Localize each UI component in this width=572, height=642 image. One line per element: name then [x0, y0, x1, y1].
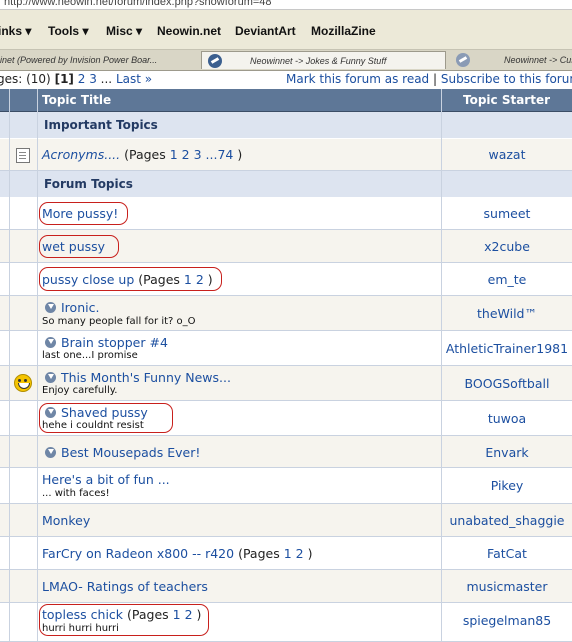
column-topic-starter[interactable]: Topic Starter — [463, 89, 550, 111]
table-row: Shaved pussy hehe i couldnt resist tuwoa — [0, 401, 572, 436]
topic-starter[interactable]: musicmaster — [442, 579, 572, 594]
table-row: Monkey unabated_shaggie — [0, 504, 572, 537]
highlight-circle — [39, 235, 119, 258]
topic-link[interactable]: Acronyms.... — [42, 147, 120, 162]
topic-link[interactable]: Here's a bit of fun ... — [42, 472, 170, 487]
topic-description: ... with faces! — [42, 488, 110, 499]
section-title: Important Topics — [44, 118, 158, 132]
table-row: More pussy! sumeet — [0, 198, 572, 230]
page-link-3[interactable]: 3 — [89, 72, 97, 86]
topic-starter[interactable]: sumeet — [442, 206, 572, 221]
address-bar[interactable]: http://www.neowin.net/forum/index.php?sh… — [0, 0, 572, 10]
subscribe-link[interactable]: Subscribe to this forum — [441, 72, 572, 86]
topic-link[interactable]: This Month's Funny News... — [61, 370, 231, 385]
tab-label: inet (Powered by Invision Power Boar... — [0, 55, 158, 65]
column-divider — [37, 89, 38, 641]
topic-link[interactable]: Best Mousepads Ever! — [61, 445, 200, 460]
topic-title: Brain stopper #4 — [45, 335, 168, 350]
announcement-icon — [16, 148, 30, 163]
bookmark-neowin[interactable]: Neowin.net — [157, 24, 221, 38]
last-page-link[interactable]: Last » — [116, 72, 152, 86]
highlight-circle — [39, 604, 209, 636]
tab-label: Neowinnet -> Cus — [504, 55, 572, 65]
topic-link[interactable]: LMAO- Ratings of teachers — [42, 579, 208, 594]
topic-starter[interactable]: wazat — [442, 147, 572, 162]
tab-bar: inet (Powered by Invision Power Boar... … — [0, 50, 572, 71]
topic-table-header: Topic Title Topic Starter — [0, 89, 572, 112]
tab-label: Neowinnet -> Jokes & Funny Stuff — [250, 56, 387, 66]
tab-neowin-home[interactable]: inet (Powered by Invision Power Boar... — [0, 51, 198, 69]
table-row: Brain stopper #4 last one...I promise At… — [0, 331, 572, 366]
topic-description: Enjoy carefully. — [42, 385, 118, 396]
table-row: Best Mousepads Ever! Envark — [0, 436, 572, 468]
topic-starter[interactable]: FatCat — [442, 546, 572, 561]
poll-arrow-icon — [45, 447, 56, 458]
topic-starter[interactable]: Envark — [442, 445, 572, 460]
topic-starter[interactable]: AthleticTrainer1981 — [442, 341, 572, 356]
pages-count: ges: (10) — [0, 72, 51, 86]
current-page: [1] — [54, 72, 74, 86]
section-title: Forum Topics — [44, 177, 133, 191]
neowin-icon — [208, 54, 222, 68]
page-links[interactable]: 1 2 3 ...74 — [170, 147, 234, 162]
topic-title: Ironic. — [45, 300, 99, 315]
pagination-bar: ges: (10) [1] 2 3 ... Last » Mark this f… — [0, 70, 572, 88]
section-forum-topics: Forum Topics — [0, 171, 572, 197]
address-text: http://www.neowin.net/forum/index.php?sh… — [4, 0, 272, 8]
topic-starter[interactable]: tuwoa — [442, 411, 572, 426]
topic-title: Best Mousepads Ever! — [45, 445, 200, 460]
bookmark-tools[interactable]: Tools ▾ — [48, 24, 88, 38]
topic-description: last one...I promise — [42, 350, 138, 361]
poll-arrow-icon — [45, 372, 56, 383]
topic-starter[interactable]: BOOGSoftball — [442, 376, 572, 391]
column-divider — [441, 89, 442, 641]
pager-divider: | — [433, 72, 438, 86]
topic-title: FarCry on Radeon x800 -- r420 (Pages 1 2… — [42, 546, 313, 561]
bookmark-deviantart[interactable]: DeviantArt — [235, 24, 296, 38]
column-divider — [9, 89, 10, 641]
poll-arrow-icon — [45, 302, 56, 313]
topic-starter[interactable]: Pikey — [442, 478, 572, 493]
topic-starter[interactable]: em_te — [442, 272, 572, 287]
page-links[interactable]: 1 2 — [284, 546, 304, 561]
table-row: LMAO- Ratings of teachers musicmaster — [0, 570, 572, 603]
highlight-circle — [39, 202, 128, 225]
bookmarks-toolbar: inks ▾ Tools ▾ Misc ▾ Neowin.net Deviant… — [0, 10, 572, 50]
bookmark-mozillazine[interactable]: MozillaZine — [311, 24, 376, 38]
topic-starter[interactable]: unabated_shaggie — [442, 513, 572, 528]
bookmark-misc[interactable]: Misc ▾ — [106, 24, 142, 38]
topic-title: This Month's Funny News... — [45, 370, 231, 385]
table-row: FarCry on Radeon x800 -- r420 (Pages 1 2… — [0, 537, 572, 570]
topic-title: Acronyms.... (Pages 1 2 3 ...74 ) — [42, 147, 243, 162]
table-row: topless chick (Pages 1 2 ) hurri hurri h… — [0, 603, 572, 642]
page-link-2[interactable]: 2 — [78, 72, 86, 86]
topic-link[interactable]: Ironic. — [61, 300, 99, 315]
pager-ellipsis: ... — [100, 72, 113, 86]
topic-link[interactable]: FarCry on Radeon x800 -- r420 — [42, 546, 234, 561]
topic-link[interactable]: Brain stopper #4 — [61, 335, 168, 350]
topic-starter[interactable]: x2cube — [442, 239, 572, 254]
table-row: This Month's Funny News... Enjoy careful… — [0, 366, 572, 401]
bookmark-links[interactable]: inks ▾ — [0, 24, 31, 38]
section-important-topics: Important Topics — [0, 112, 572, 138]
table-row: pussy close up (Pages 1 2 ) em_te — [0, 263, 572, 296]
smiley-icon — [14, 374, 32, 392]
highlight-circle — [39, 267, 222, 291]
tab-neowin-cus[interactable]: Neowinnet -> Cus — [450, 51, 572, 69]
table-row: wet pussy x2cube — [0, 230, 572, 263]
table-row: Ironic. So many people fall for it? o_O … — [0, 296, 572, 331]
column-topic-title[interactable]: Topic Title — [42, 89, 111, 111]
topic-starter[interactable]: spiegelman85 — [442, 613, 572, 628]
tab-jokes-funny[interactable]: Neowinnet -> Jokes & Funny Stuff — [201, 51, 446, 69]
topic-starter[interactable]: theWild™ — [442, 306, 572, 321]
topic-description: So many people fall for it? o_O — [42, 316, 196, 327]
table-row: Acronyms.... (Pages 1 2 3 ...74 ) wazat — [0, 139, 572, 171]
highlight-circle — [39, 403, 173, 433]
neowin-icon — [456, 53, 470, 67]
poll-arrow-icon — [45, 337, 56, 348]
mark-read-link[interactable]: Mark this forum as read — [286, 72, 429, 86]
table-row: Here's a bit of fun ... ... with faces! … — [0, 468, 572, 504]
topic-link[interactable]: Monkey — [42, 513, 90, 528]
